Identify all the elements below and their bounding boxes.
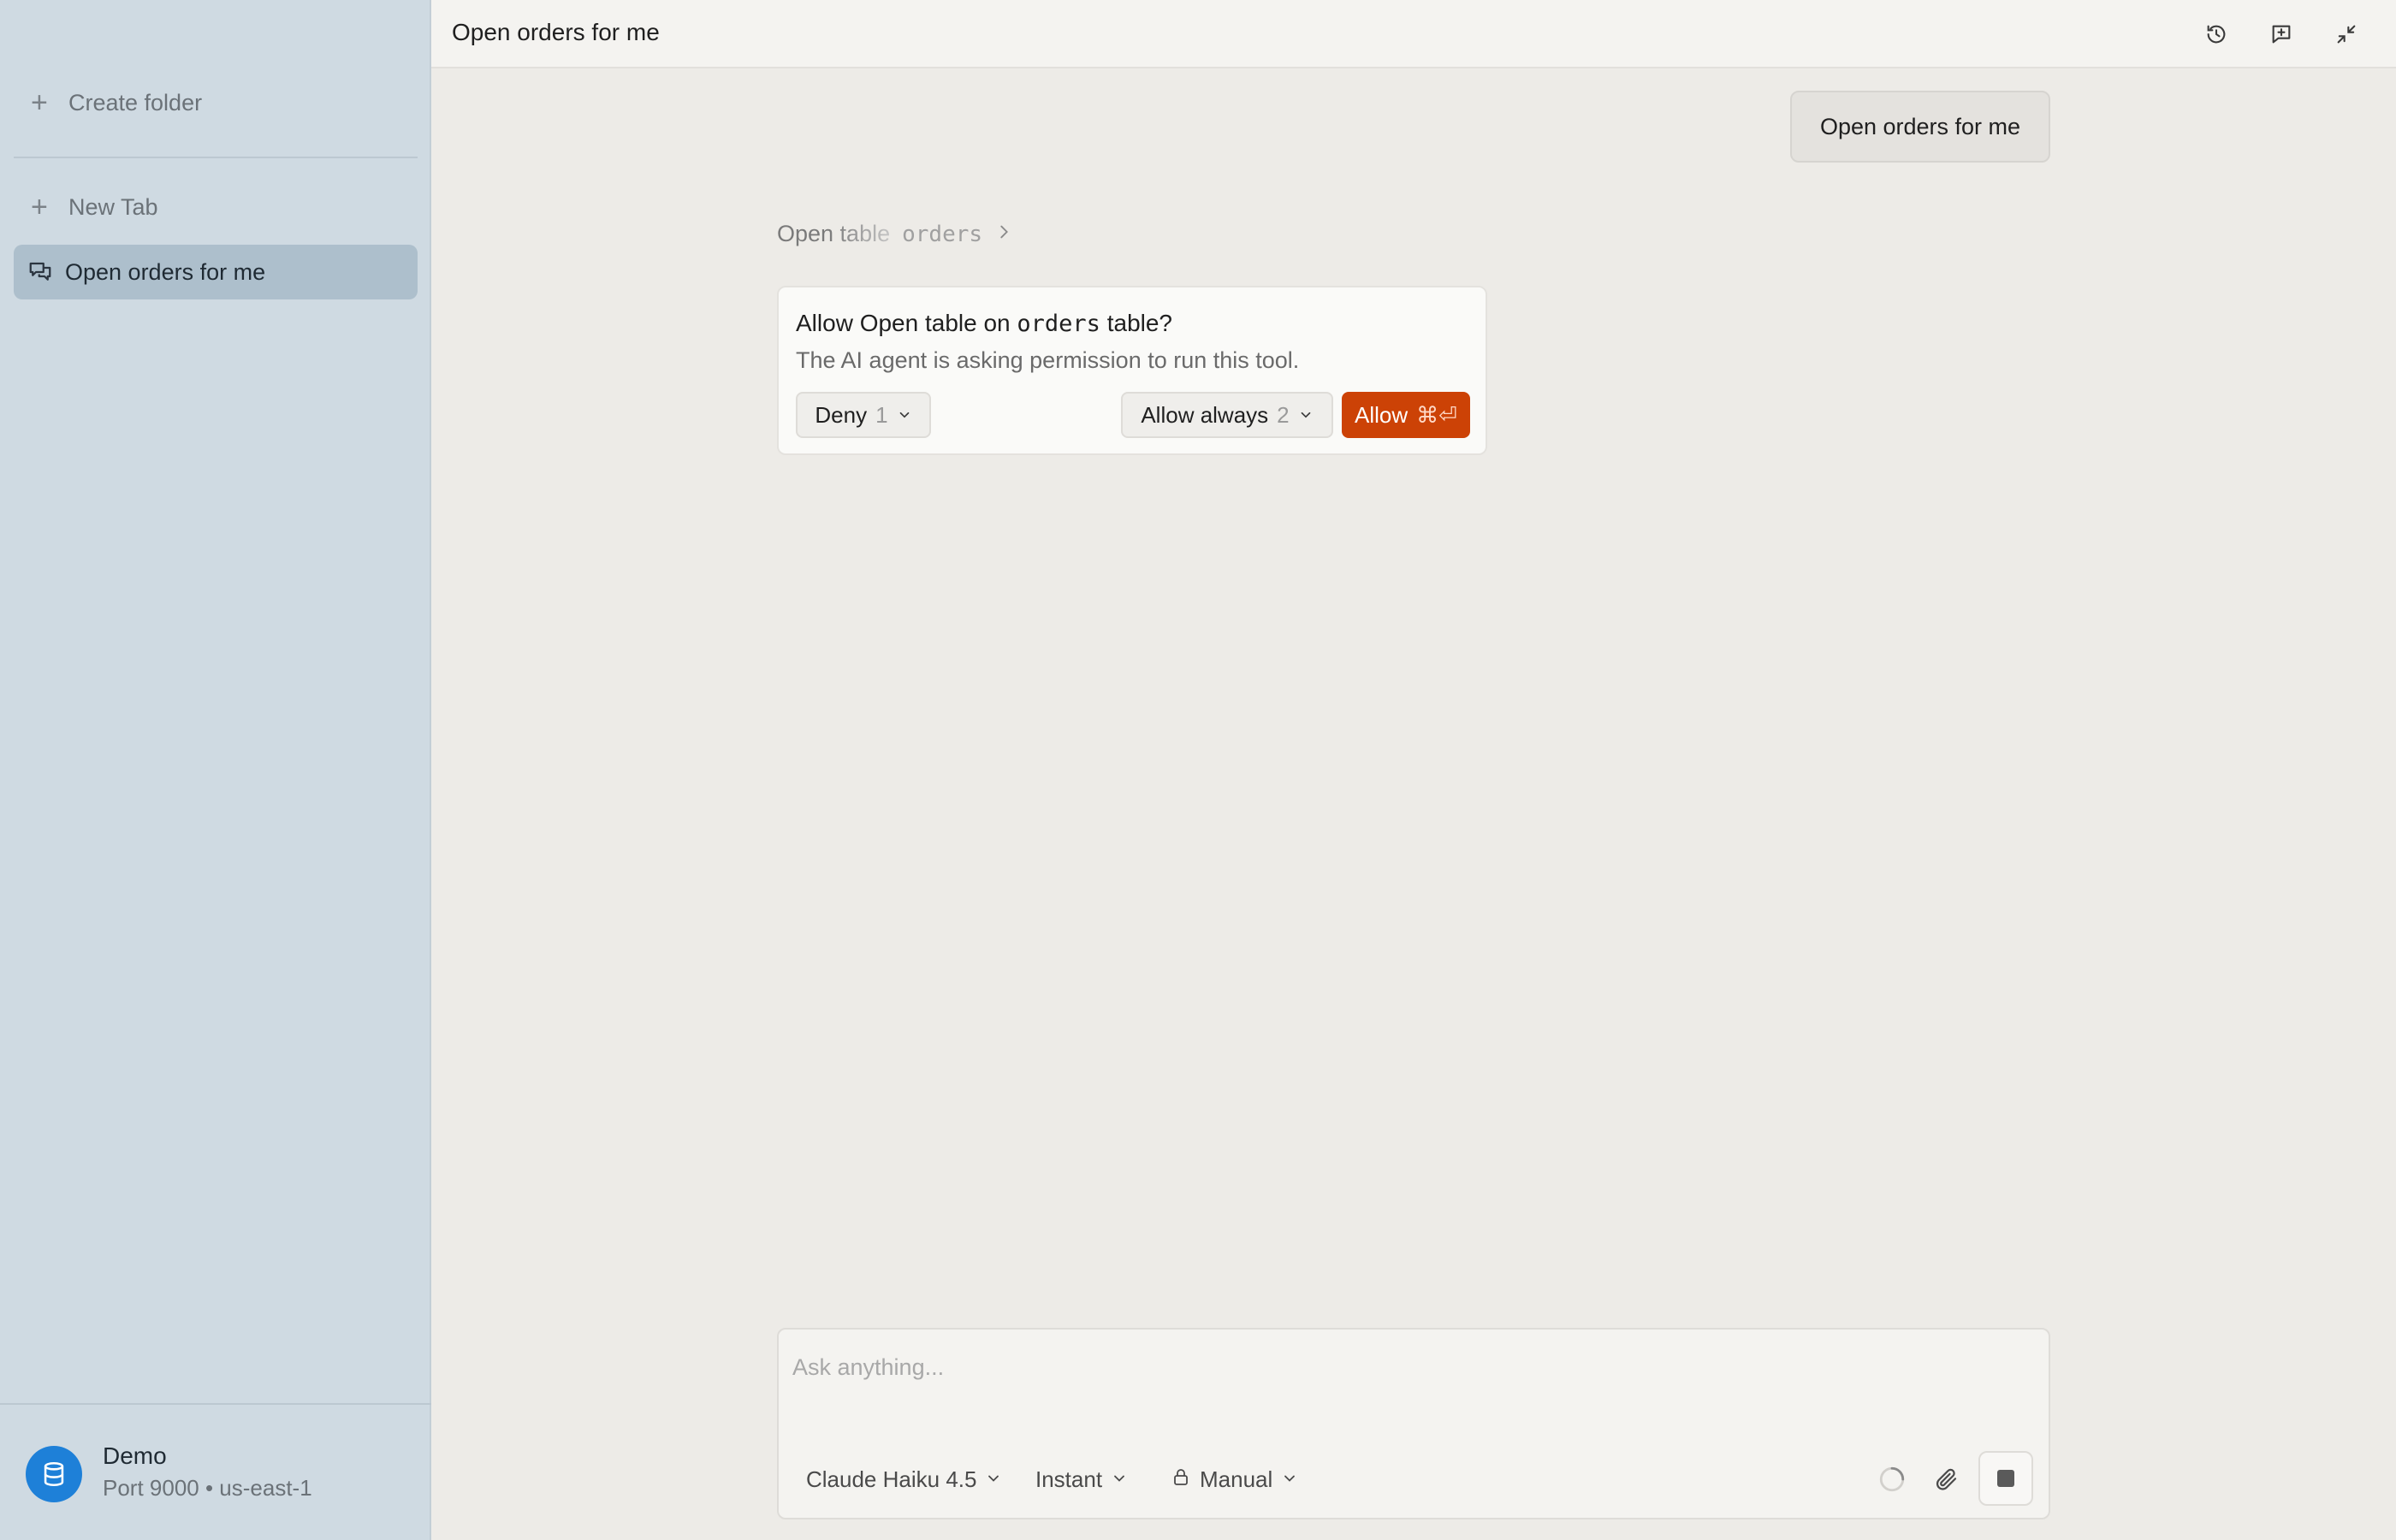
plus-icon: + xyxy=(31,191,48,223)
new-tab-label: New Tab xyxy=(68,193,158,220)
create-folder-label: Create folder xyxy=(68,89,203,116)
connection-footer[interactable]: Demo Port 9000 • us-east-1 xyxy=(0,1403,431,1540)
loading-spinner-icon xyxy=(1871,1458,1913,1501)
deny-button[interactable]: Deny 1 xyxy=(796,392,931,438)
chevron-down-icon xyxy=(1111,1466,1128,1493)
database-icon xyxy=(26,1446,82,1502)
chevron-down-icon xyxy=(985,1466,1002,1493)
page-title: Open orders for me xyxy=(452,19,660,45)
permission-title-prefix: Allow Open table on xyxy=(796,310,1011,336)
chevron-right-icon xyxy=(994,221,1013,247)
user-message-text: Open orders for me xyxy=(1819,113,2021,139)
allow-label: Allow xyxy=(1355,401,1409,428)
chat-input[interactable] xyxy=(792,1348,1990,1386)
connection-name: Demo xyxy=(103,1442,167,1469)
permission-title: Allow Open table on orders table? xyxy=(796,310,1172,337)
lock-icon xyxy=(1171,1466,1191,1493)
permission-table-name: orders xyxy=(1017,311,1100,337)
new-tab-button[interactable]: + New Tab xyxy=(14,180,418,234)
permission-card: Allow Open table on orders table? The AI… xyxy=(777,286,1487,455)
composer: Claude Haiku 4.5 Instant Manual xyxy=(777,1328,2050,1519)
mode-label: Manual xyxy=(1200,1466,1273,1492)
mode-select[interactable]: Manual xyxy=(1171,1458,1298,1501)
permission-description: The AI agent is asking permission to run… xyxy=(796,347,1300,373)
create-folder-button[interactable]: + Create folder xyxy=(14,75,418,130)
attach-icon[interactable] xyxy=(1925,1458,1968,1501)
chevron-down-icon xyxy=(1281,1466,1298,1493)
model-select[interactable]: Claude Haiku 4.5 xyxy=(806,1458,1002,1501)
chevron-down-icon xyxy=(1298,402,1314,429)
deny-shortcut: 1 xyxy=(875,401,888,428)
allow-always-label: Allow always xyxy=(1141,401,1269,428)
history-icon[interactable] xyxy=(2199,17,2233,51)
user-message: Open orders for me xyxy=(1790,91,2050,163)
allow-button[interactable]: Allow ⌘⏎ xyxy=(1342,392,1470,438)
deny-label: Deny xyxy=(815,401,868,428)
connection-meta: Port 9000 • us-east-1 xyxy=(103,1475,312,1501)
sidebar-item-label: Open orders for me xyxy=(65,258,266,285)
new-chat-icon[interactable] xyxy=(2264,17,2298,51)
model-label: Claude Haiku 4.5 xyxy=(806,1466,977,1492)
sidebar-item-open-orders[interactable]: Open orders for me xyxy=(14,245,418,299)
allow-always-shortcut: 2 xyxy=(1277,401,1290,428)
permission-title-suffix: table? xyxy=(1106,310,1173,336)
allow-always-button[interactable]: Allow always 2 xyxy=(1121,392,1333,438)
tool-call-argument: orders xyxy=(902,221,983,247)
speed-select[interactable]: Instant xyxy=(1035,1458,1128,1501)
chat-header: Open orders for me xyxy=(431,0,2396,68)
stop-button[interactable] xyxy=(1978,1451,2033,1506)
tool-call-toggle[interactable]: Open table orders xyxy=(777,221,1013,247)
collapse-icon[interactable] xyxy=(2329,17,2363,51)
speed-label: Instant xyxy=(1035,1466,1103,1492)
tool-call-label: Open table xyxy=(777,221,891,246)
chat-icon xyxy=(27,259,65,285)
plus-icon: + xyxy=(31,86,48,119)
sidebar-divider xyxy=(14,157,418,158)
allow-shortcut: ⌘⏎ xyxy=(1416,401,1457,428)
stop-icon xyxy=(1997,1470,2014,1487)
chevron-down-icon xyxy=(897,402,912,429)
sidebar: + Create folder + New Tab Open orders fo… xyxy=(0,0,431,1540)
